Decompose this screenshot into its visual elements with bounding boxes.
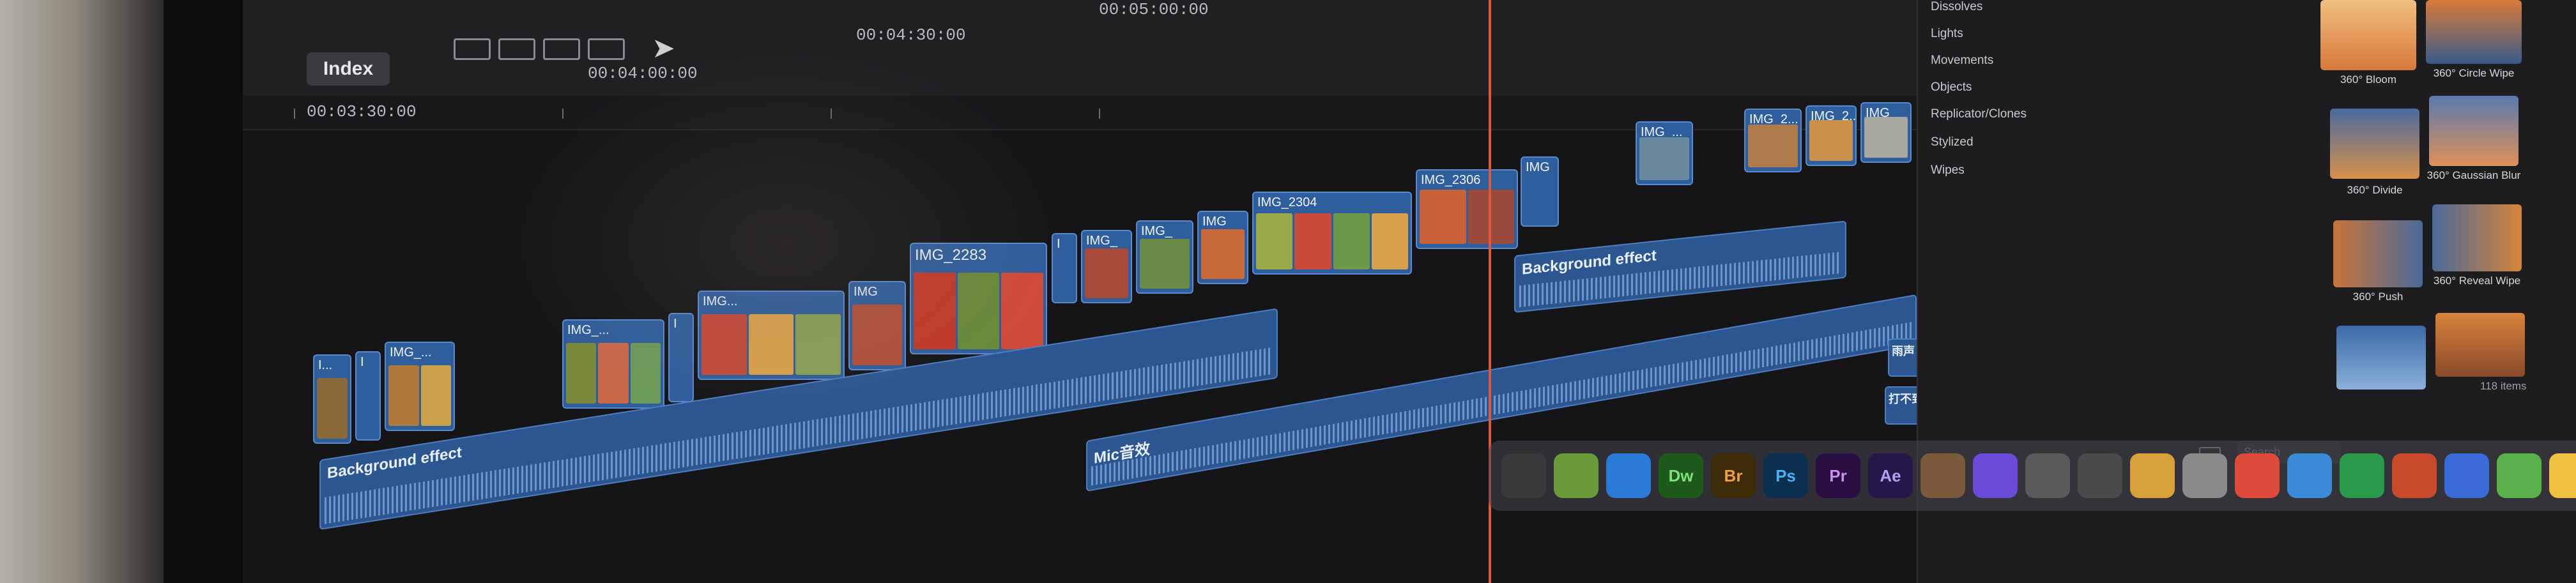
ruler-tick xyxy=(1099,109,1100,119)
dock-app-icon[interactable] xyxy=(2340,453,2384,498)
transition-tile-label: 360° Divide xyxy=(2347,184,2403,196)
timecode-label: 00:03:30:00 xyxy=(307,102,417,121)
photoshop-icon[interactable]: Ps xyxy=(1763,453,1808,498)
transition-tile-label: 360° Push xyxy=(2352,291,2404,303)
clip-label: IMG_2306 xyxy=(1421,173,1481,187)
dock-app-icon[interactable] xyxy=(1501,453,1546,498)
video-clip[interactable]: I xyxy=(1052,233,1077,303)
video-clip[interactable]: IMG_2... xyxy=(1744,109,1802,172)
transition-tile-label: 360° Reveal Wipe xyxy=(2433,275,2521,287)
category-item[interactable]: Movements xyxy=(1931,54,1993,68)
video-clip[interactable]: IMG xyxy=(848,281,906,370)
timeline-toolbar: Index ➤ 00:04:00:00 00:04:30:00 00:05:00… xyxy=(243,0,1917,97)
video-clip[interactable]: IMG_2306 xyxy=(1416,169,1518,249)
dock-app-icon[interactable] xyxy=(2025,453,2070,498)
after-effects-icon[interactable]: Ae xyxy=(1868,453,1913,498)
clip-label: IMG xyxy=(854,285,878,299)
video-clip[interactable]: IMG_ xyxy=(1081,230,1132,303)
ruler-tick xyxy=(831,109,832,119)
category-item[interactable]: Stylized xyxy=(1931,135,1974,149)
vscode-icon[interactable] xyxy=(1606,453,1651,498)
index-button[interactable]: Index xyxy=(307,52,390,86)
audio-clip-label: 雨声 xyxy=(1892,345,1915,358)
dock-app-icon[interactable] xyxy=(2078,453,2122,498)
video-clip[interactable]: IMG_... xyxy=(385,342,455,431)
clip-label: IMG xyxy=(1526,160,1550,174)
video-clip[interactable]: IMG_2283 xyxy=(910,243,1047,354)
video-clip[interactable]: I xyxy=(668,313,694,402)
transition-tile[interactable] xyxy=(2432,204,2522,271)
dock-app-icon[interactable] xyxy=(2392,453,2437,498)
dock-app-icon[interactable] xyxy=(2444,453,2489,498)
dock-app-icon[interactable] xyxy=(2549,453,2576,498)
video-clip[interactable]: IMG_ xyxy=(1860,102,1912,163)
video-clip[interactable]: IMG_... xyxy=(562,319,664,409)
connect-clip-icon[interactable] xyxy=(454,38,491,60)
ruler-tick xyxy=(294,109,295,119)
item-count: 118 items xyxy=(2480,380,2527,392)
macos-dock: Dw Br Ps Pr Ae xyxy=(1489,441,2576,511)
clip-label: IMG xyxy=(1202,215,1227,229)
dreamweaver-icon[interactable]: Dw xyxy=(1659,453,1703,498)
transition-tile[interactable] xyxy=(2435,313,2525,377)
video-clip[interactable]: IMG... xyxy=(698,291,845,380)
transition-tile[interactable] xyxy=(2330,109,2419,179)
clip-label: I xyxy=(1057,237,1061,251)
audio-clip-label: Background effect xyxy=(327,443,462,483)
transition-tile-label: 360° Gaussian Blur xyxy=(2426,169,2521,181)
overwrite-clip-icon[interactable] xyxy=(588,38,625,60)
insert-clip-icon[interactable] xyxy=(498,38,535,60)
timecode-label: 00:04:30:00 xyxy=(856,26,966,45)
timecode-label: 00:05:00:00 xyxy=(1099,0,1209,19)
category-item[interactable]: Wipes xyxy=(1931,163,1965,178)
video-clip[interactable]: IMG_2304 xyxy=(1252,192,1412,275)
video-clip[interactable]: I... xyxy=(313,354,351,444)
transition-tile-label: 360° Bloom xyxy=(2340,73,2397,86)
transition-tile[interactable] xyxy=(2426,0,2522,64)
minecraft-icon[interactable] xyxy=(1554,453,1598,498)
transition-tile[interactable] xyxy=(2320,0,2416,70)
video-clip[interactable]: IMG_ xyxy=(1136,220,1193,294)
final-cut-screen: Index ➤ 00:04:00:00 00:04:30:00 00:05:00… xyxy=(243,0,2576,583)
select-tool-icon[interactable]: ➤ xyxy=(652,32,675,64)
clip-label: I... xyxy=(318,358,333,372)
dock-app-icon[interactable] xyxy=(2235,453,2280,498)
transition-tile-label: 360° Circle Wipe xyxy=(2433,67,2515,79)
clip-label: IMG_... xyxy=(390,345,432,360)
category-item[interactable]: Dissolves xyxy=(1931,0,1982,14)
clip-label: I xyxy=(360,355,364,369)
dock-app-icon[interactable] xyxy=(2182,453,2227,498)
premiere-icon[interactable]: Pr xyxy=(1816,453,1860,498)
clip-label: I xyxy=(673,317,677,331)
clip-label: IMG_2304 xyxy=(1257,195,1317,209)
dock-app-icon[interactable] xyxy=(2287,453,2332,498)
video-clip[interactable]: IMG xyxy=(1197,211,1248,284)
dock-app-icon[interactable] xyxy=(2130,453,2175,498)
clip-label: IMG_ xyxy=(1086,234,1117,248)
dock-app-icon[interactable] xyxy=(2497,453,2542,498)
category-item[interactable]: Objects xyxy=(1931,80,1972,95)
timecode-label: 00:04:00:00 xyxy=(588,64,698,83)
category-item[interactable]: Lights xyxy=(1931,27,1963,41)
ruler-tick xyxy=(562,109,564,119)
transition-tile[interactable] xyxy=(2336,326,2426,390)
clip-label: IMG_ xyxy=(1141,224,1172,238)
video-clip[interactable]: IMG_2... xyxy=(1805,105,1857,166)
star-app-icon[interactable] xyxy=(1973,453,2018,498)
video-clip[interactable]: IMG xyxy=(1521,156,1559,227)
dock-app-icon[interactable] xyxy=(1920,453,1965,498)
append-clip-icon[interactable] xyxy=(543,38,580,60)
clip-label: IMG_2283 xyxy=(915,246,987,264)
clip-label: IMG_... xyxy=(567,323,610,337)
audio-clip[interactable]: Background effect xyxy=(1514,220,1846,313)
transition-tile[interactable] xyxy=(2333,220,2423,287)
video-clip[interactable]: I xyxy=(355,351,381,441)
video-clip[interactable]: IMG_... xyxy=(1636,121,1693,185)
category-item[interactable]: Replicator/Clones xyxy=(1931,107,2027,121)
transition-tile[interactable] xyxy=(2429,96,2518,166)
clip-label: IMG... xyxy=(703,294,738,308)
bridge-icon[interactable]: Br xyxy=(1711,453,1756,498)
